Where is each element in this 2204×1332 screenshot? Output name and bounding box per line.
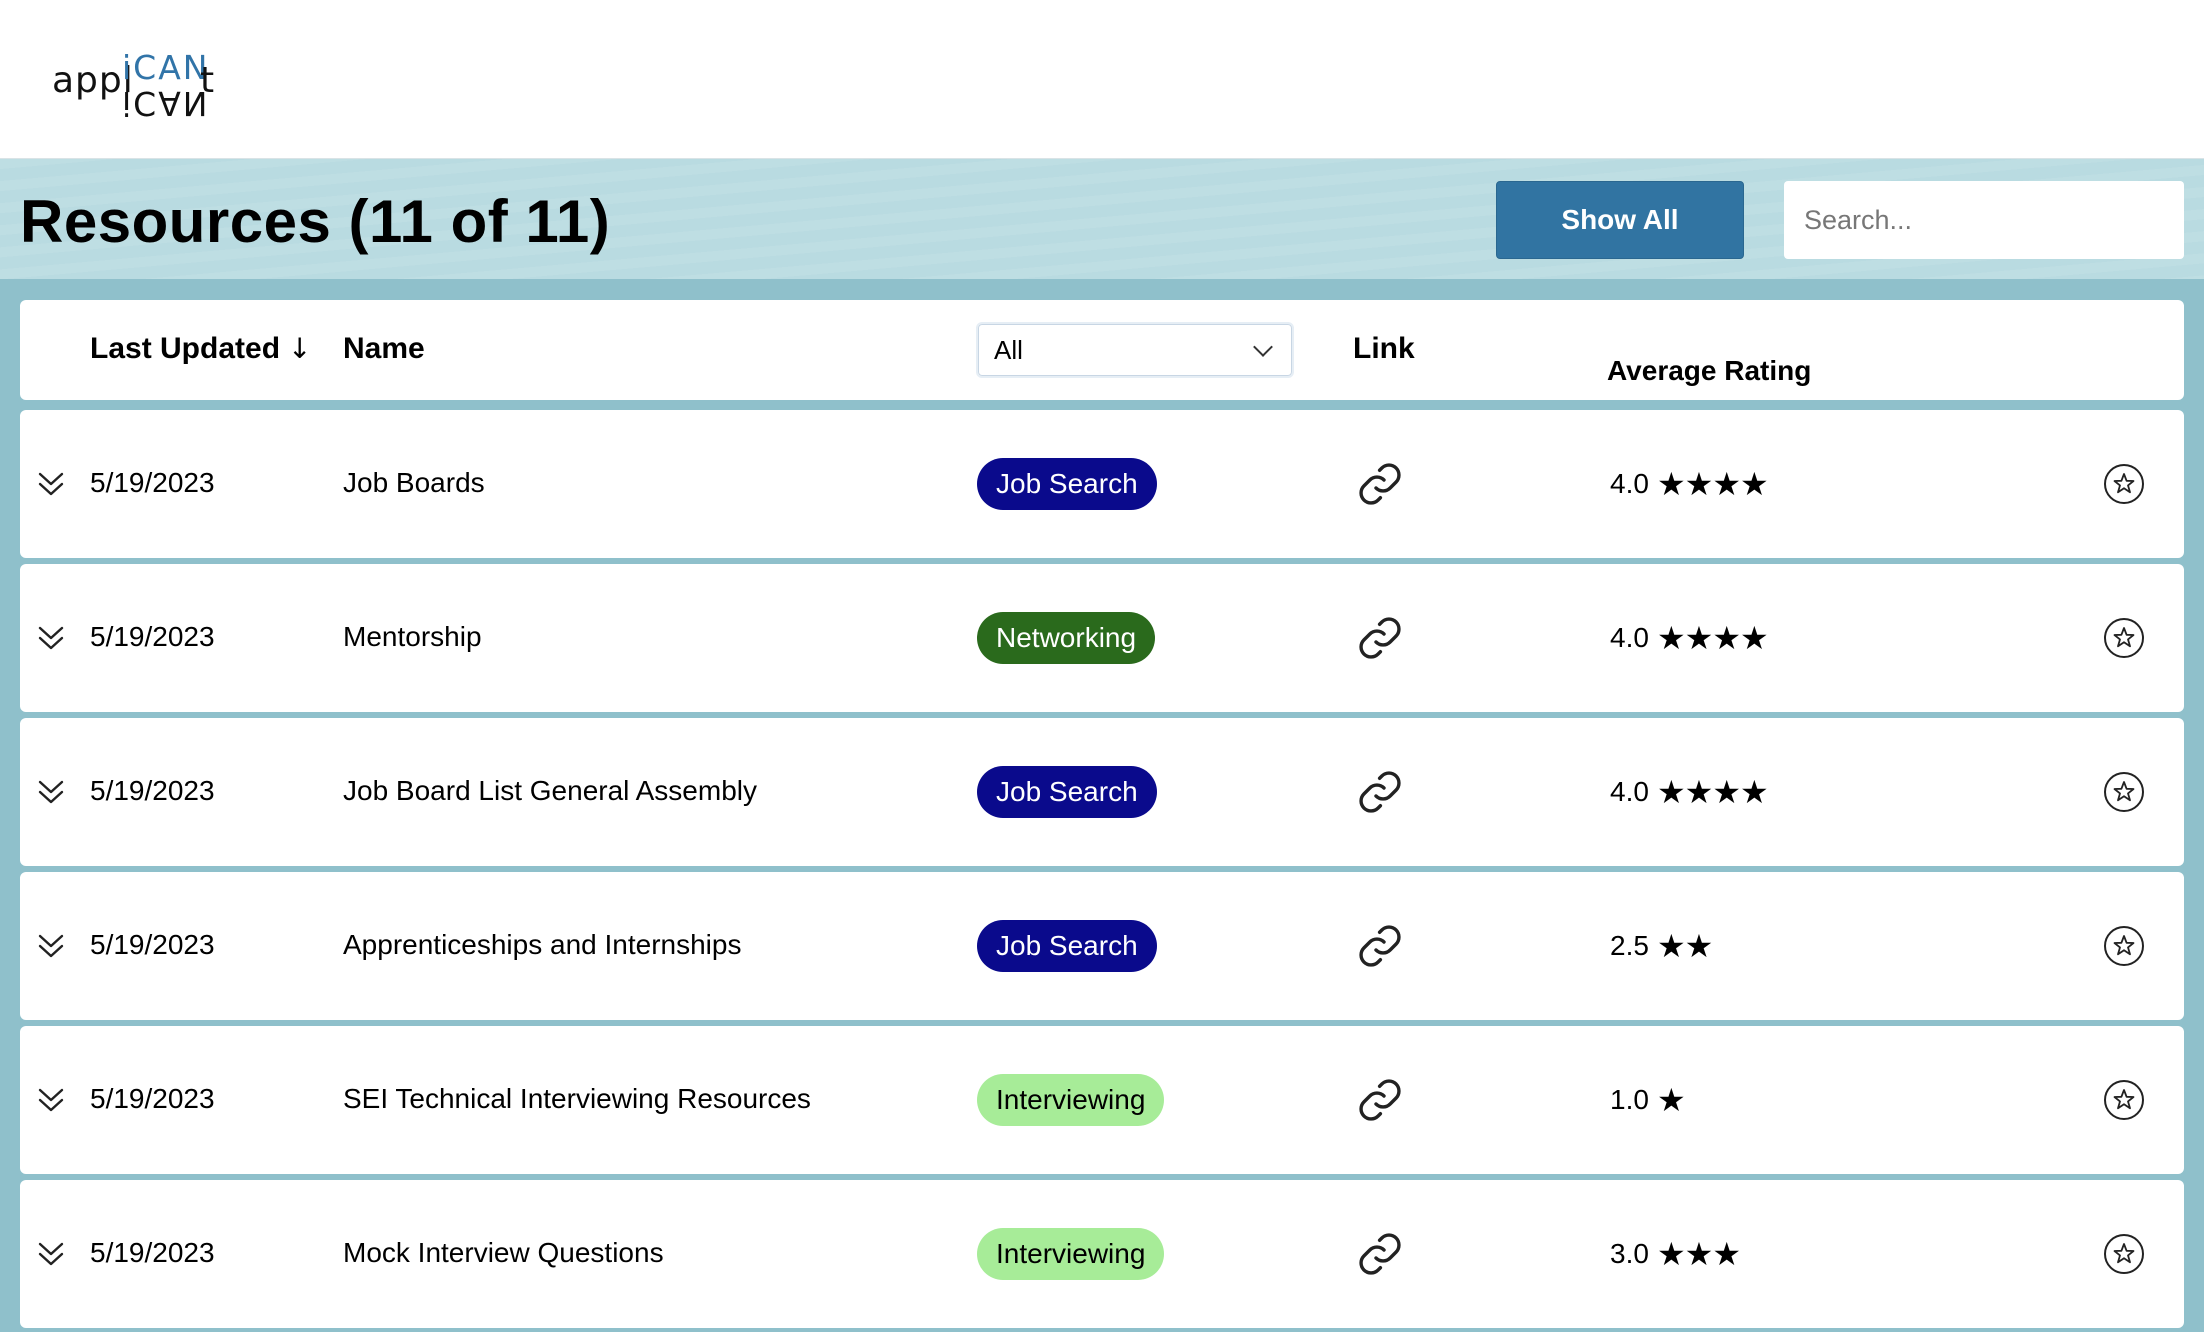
star-circle-icon: [2104, 772, 2144, 812]
rating-stars: ★★★★: [1656, 465, 1769, 503]
table-body: 5/19/2023 Job Boards Job Search 4.0 ★★★★: [20, 410, 2184, 1328]
row-name: Job Board List General Assembly: [343, 775, 757, 806]
star-circle-icon: [2104, 464, 2144, 504]
favorite-star-button[interactable]: [2103, 1233, 2145, 1275]
star-circle-icon: [2104, 1234, 2144, 1274]
chevron-double-down-icon[interactable]: [36, 468, 66, 500]
rating-stars: ★★: [1656, 927, 1713, 965]
star-circle-icon: [2104, 1080, 2144, 1120]
category-filter-select[interactable]: All: [976, 322, 1294, 378]
column-header-link: Link: [1353, 332, 1415, 365]
favorite-star-button[interactable]: [2103, 771, 2145, 813]
rating-value: 1.0: [1610, 1084, 1649, 1115]
category-badge: Interviewing: [977, 1074, 1165, 1126]
table-header: Last Updated ↓ Name All Link Average Rati…: [20, 300, 2184, 400]
table-row: 5/19/2023 Job Board List General Assembl…: [20, 718, 2184, 866]
rating-value: 4.0: [1610, 622, 1649, 653]
sort-arrow-down-icon[interactable]: ↓: [288, 332, 311, 365]
app-logo[interactable]: appl iCAN iCAN t: [52, 48, 222, 123]
rating-stars: ★★★: [1656, 1235, 1741, 1273]
average-rating: 1.0 ★: [1610, 1081, 1686, 1119]
table-row: 5/19/2023 Mock Interview Questions Inter…: [20, 1180, 2184, 1328]
category-badge: Networking: [977, 612, 1156, 664]
rating-value: 3.0: [1610, 1238, 1649, 1269]
favorite-star-button[interactable]: [2103, 925, 2145, 967]
star-circle-icon: [2104, 618, 2144, 658]
logo-text-can: iCAN: [122, 48, 210, 87]
table-row: 5/19/2023 Mentorship Networking 4.0 ★★★★: [20, 564, 2184, 712]
link-icon[interactable]: [1356, 460, 1404, 508]
column-header-last-updated-label: Last Updated: [90, 332, 281, 365]
search-input[interactable]: [1784, 181, 2184, 259]
rating-value: 4.0: [1610, 468, 1649, 499]
row-name: Mock Interview Questions: [343, 1237, 664, 1268]
favorite-star-button[interactable]: [2103, 463, 2145, 505]
row-date: 5/19/2023: [90, 1237, 215, 1268]
rating-value: 2.5: [1610, 930, 1649, 961]
page-title: Resources (11 of 11): [20, 188, 611, 255]
chevron-double-down-icon[interactable]: [36, 1238, 66, 1270]
table-row: 5/19/2023 SEI Technical Interviewing Res…: [20, 1026, 2184, 1174]
average-rating: 4.0 ★★★★: [1610, 773, 1769, 811]
app-header: appl iCAN iCAN t: [0, 0, 2204, 159]
row-date: 5/19/2023: [90, 929, 215, 960]
category-badge: Job Search: [977, 766, 1157, 818]
resources-table: Last Updated ↓ Name All Link Average Rati…: [20, 300, 2184, 1332]
chevron-double-down-icon[interactable]: [36, 622, 66, 654]
row-name: SEI Technical Interviewing Resources: [343, 1083, 811, 1114]
row-name: Job Boards: [343, 467, 485, 498]
logo-text-right: t: [200, 60, 216, 101]
column-header-last-updated[interactable]: Last Updated ↓: [90, 332, 312, 366]
star-circle-icon: [2104, 926, 2144, 966]
average-rating: 2.5 ★★: [1610, 927, 1713, 965]
category-filter-value: All: [994, 334, 1023, 365]
row-date: 5/19/2023: [90, 1083, 215, 1114]
row-date: 5/19/2023: [90, 467, 215, 498]
average-rating: 4.0 ★★★★: [1610, 465, 1769, 503]
link-icon[interactable]: [1356, 1230, 1404, 1278]
average-rating: 3.0 ★★★: [1610, 1235, 1741, 1273]
link-icon[interactable]: [1356, 614, 1404, 662]
link-icon[interactable]: [1356, 922, 1404, 970]
title-band: Resources (11 of 11) Show All: [0, 159, 2204, 279]
chevron-down-icon: [1253, 337, 1273, 357]
link-icon[interactable]: [1356, 1076, 1404, 1124]
chevron-double-down-icon[interactable]: [36, 1084, 66, 1116]
average-rating: 4.0 ★★★★: [1610, 619, 1769, 657]
chevron-double-down-icon[interactable]: [36, 930, 66, 962]
table-row: 5/19/2023 Apprenticeships and Internship…: [20, 872, 2184, 1020]
category-badge: Job Search: [977, 458, 1157, 510]
chevron-double-down-icon[interactable]: [36, 776, 66, 808]
row-name: Apprenticeships and Internships: [343, 929, 742, 960]
rating-stars: ★: [1656, 1081, 1686, 1119]
logo-text-can-mirrored: iCAN: [122, 84, 210, 123]
rating-value: 4.0: [1610, 776, 1649, 807]
row-date: 5/19/2023: [90, 621, 215, 652]
category-badge: Job Search: [977, 920, 1157, 972]
column-header-name[interactable]: Name: [343, 332, 425, 366]
show-all-button[interactable]: Show All: [1496, 181, 1744, 259]
category-badge: Interviewing: [977, 1228, 1165, 1280]
row-date: 5/19/2023: [90, 775, 215, 806]
rating-stars: ★★★★: [1656, 773, 1769, 811]
rating-stars: ★★★★: [1656, 619, 1769, 657]
table-row: 5/19/2023 Job Boards Job Search 4.0 ★★★★: [20, 410, 2184, 558]
link-icon[interactable]: [1356, 768, 1404, 816]
row-name: Mentorship: [343, 621, 482, 652]
favorite-star-button[interactable]: [2103, 617, 2145, 659]
column-header-average-rating[interactable]: Average Rating: [1607, 355, 1811, 387]
favorite-star-button[interactable]: [2103, 1079, 2145, 1121]
